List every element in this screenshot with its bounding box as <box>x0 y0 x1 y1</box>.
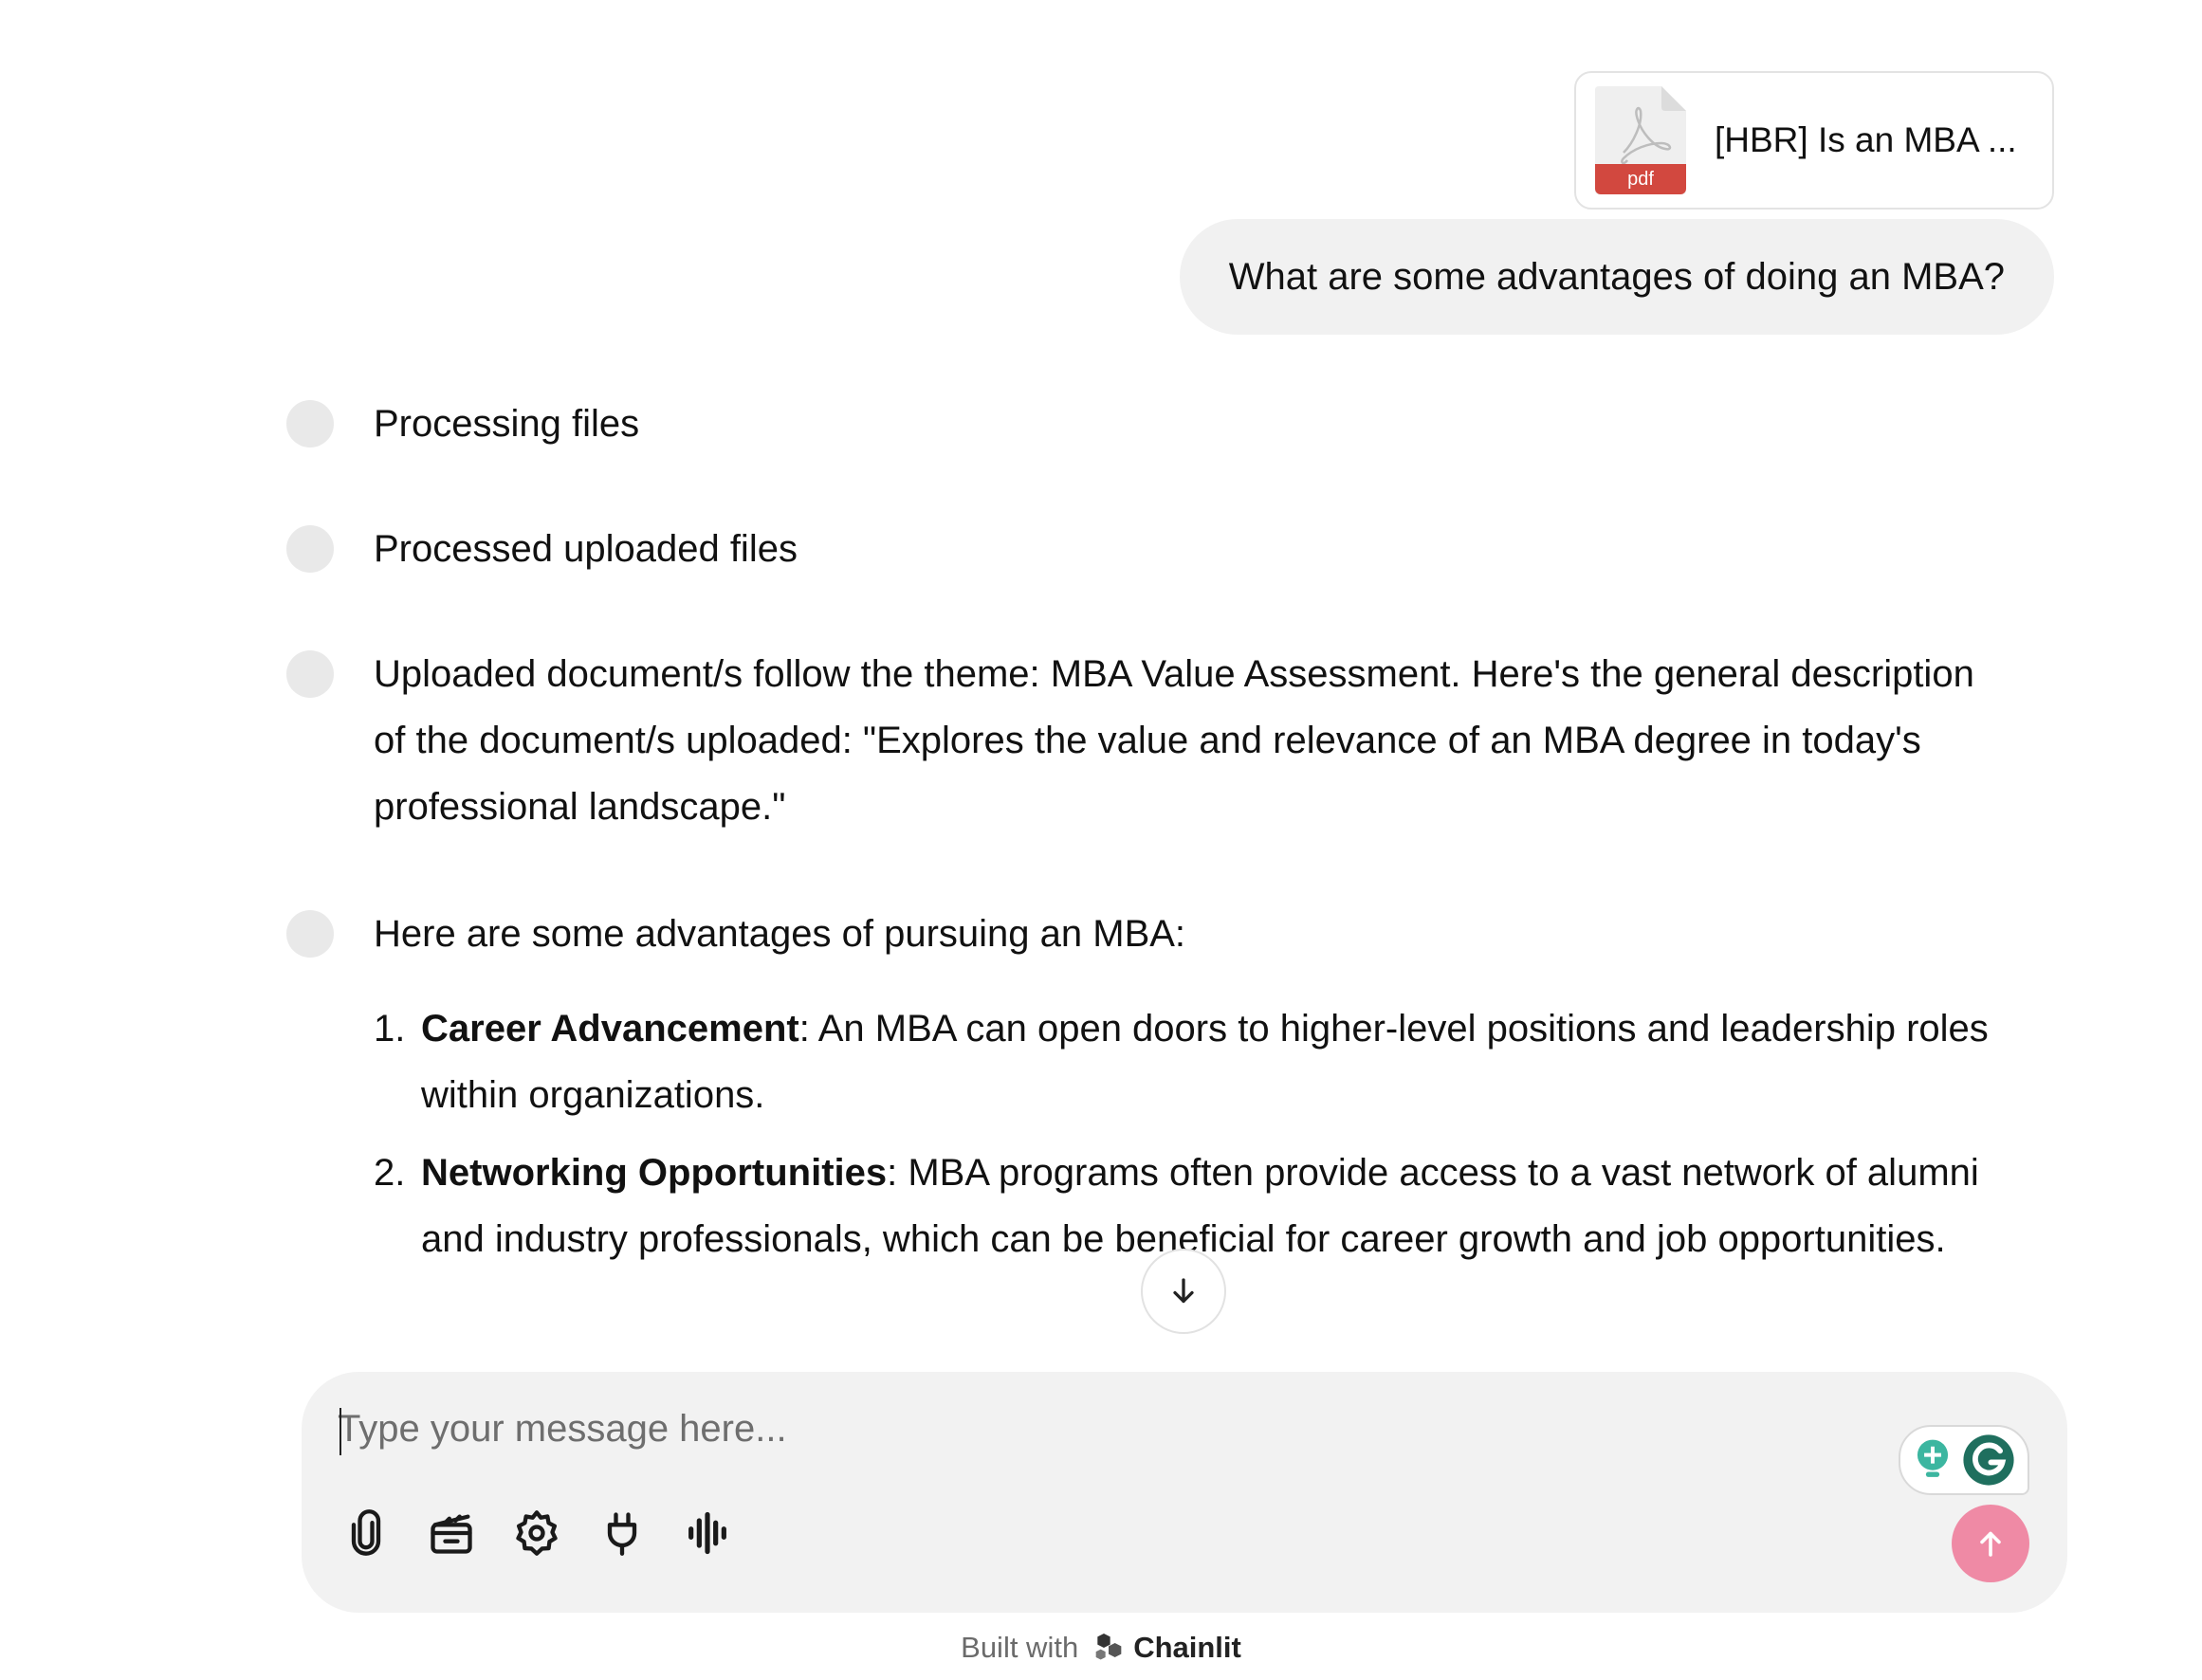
step-document-theme: Uploaded document/s follow the theme: MB… <box>286 650 2005 840</box>
lightbulb-icon <box>1917 1439 1949 1477</box>
audio-waveform-icon <box>688 1511 726 1555</box>
pdf-type-label: pdf <box>1595 164 1686 194</box>
scroll-to-bottom-button[interactable] <box>1141 1249 1226 1334</box>
message-input[interactable] <box>338 1400 1760 1457</box>
media-button[interactable] <box>423 1505 480 1561</box>
grammarly-widget[interactable] <box>1899 1425 2029 1495</box>
gear-icon <box>516 1510 558 1556</box>
step-avatar-icon <box>286 910 334 958</box>
chainlit-logo-icon <box>1095 1634 1122 1660</box>
chainlit-brand-name: Chainlit <box>1133 1631 1241 1664</box>
chainlit-link[interactable]: Chainlit <box>1090 1629 1241 1667</box>
voice-button[interactable] <box>679 1505 736 1561</box>
list-item: 1. Career Advancement: An MBA can open d… <box>374 995 2052 1128</box>
grammarly-icon <box>1963 1434 2014 1486</box>
assistant-answer: Here are some advantages of pursuing an … <box>286 910 1185 967</box>
step-processed-files: Processed uploaded files <box>286 525 798 582</box>
text-caret <box>339 1408 341 1455</box>
chat-viewport: pdf [HBR] Is an MBA ... What are some ad… <box>0 0 2202 1680</box>
clapperboard-icon <box>431 1514 472 1554</box>
arrow-up-icon <box>1980 1531 2001 1557</box>
attach-file-button[interactable] <box>338 1505 395 1561</box>
pdf-file-icon: pdf <box>1595 86 1686 194</box>
step-text: Uploaded document/s follow the theme: MB… <box>374 653 1974 828</box>
footer: Built with Chainlit <box>0 1629 2202 1667</box>
user-message-bubble: What are some advantages of doing an MBA… <box>1179 219 2054 335</box>
list-item-title: Career Advancement <box>421 1008 799 1050</box>
list-number: 2. <box>374 1152 406 1194</box>
list-item-title: Networking Opportunities <box>421 1152 888 1194</box>
answer-intro: Here are some advantages of pursuing an … <box>374 913 1186 955</box>
settings-button[interactable] <box>508 1505 565 1561</box>
step-processing-files: Processing files <box>286 400 639 457</box>
message-composer <box>302 1372 2067 1613</box>
list-item: 2. Networking Opportunities: MBA program… <box>374 1140 2052 1272</box>
arrow-down-icon <box>1173 1278 1194 1304</box>
step-text: Processing files <box>374 403 640 445</box>
file-attachment-card[interactable]: pdf [HBR] Is an MBA ... <box>1574 71 2054 210</box>
advantages-list: 1. Career Advancement: An MBA can open d… <box>374 995 2052 1284</box>
step-avatar-icon <box>286 400 334 447</box>
plug-icon <box>607 1512 637 1556</box>
list-number: 1. <box>374 1008 406 1050</box>
paperclip-icon <box>351 1509 381 1556</box>
built-with-label: Built with <box>961 1631 1079 1664</box>
send-button[interactable] <box>1952 1505 2029 1582</box>
step-text: Processed uploaded files <box>374 528 798 570</box>
plugins-button[interactable] <box>594 1505 651 1561</box>
file-name: [HBR] Is an MBA ... <box>1715 120 2017 159</box>
step-avatar-icon <box>286 650 334 698</box>
step-avatar-icon <box>286 525 334 573</box>
